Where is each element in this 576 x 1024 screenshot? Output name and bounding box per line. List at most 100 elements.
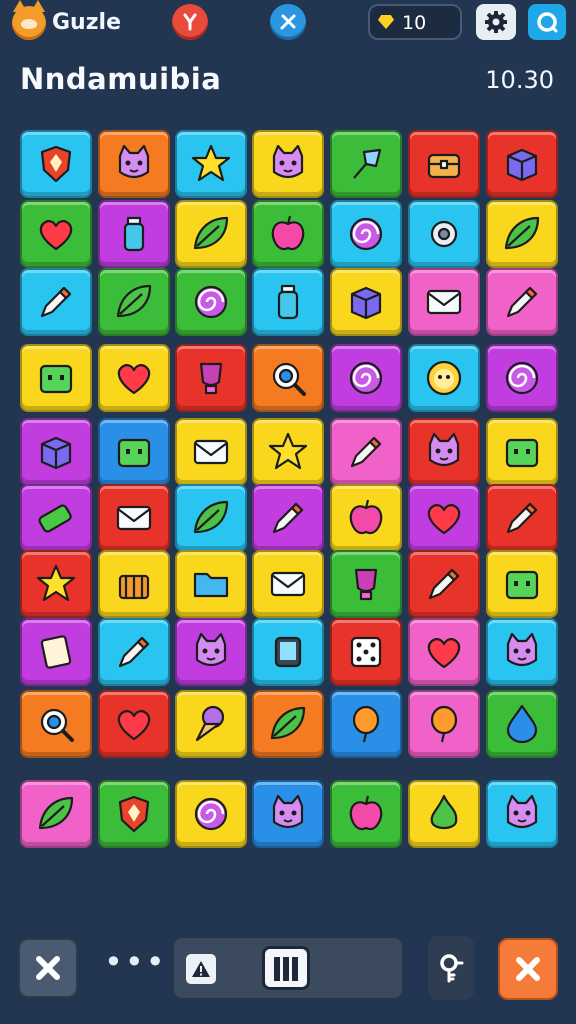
spiral-candy-icon: [488, 346, 556, 410]
board-tile[interactable]: [175, 268, 247, 336]
board-tile[interactable]: [252, 418, 324, 486]
board-tile[interactable]: [20, 418, 92, 486]
board-tile[interactable]: [408, 200, 480, 268]
board-tile[interactable]: [252, 130, 324, 198]
warning-icon: [192, 961, 210, 977]
spiral-candy-icon: [177, 270, 245, 334]
board-tile[interactable]: [330, 550, 402, 618]
board-tile[interactable]: [98, 130, 170, 198]
box-icon: [488, 132, 556, 196]
board-tile[interactable]: [486, 780, 558, 848]
board-tile[interactable]: [20, 200, 92, 268]
board-tile[interactable]: [252, 344, 324, 412]
board-tile[interactable]: [252, 200, 324, 268]
board-tile[interactable]: [98, 690, 170, 758]
board-tile[interactable]: [98, 780, 170, 848]
board-tile[interactable]: [20, 690, 92, 758]
bottom-toolbar: •••: [0, 930, 576, 1024]
close-button[interactable]: [18, 938, 78, 998]
board-tile[interactable]: [98, 344, 170, 412]
board-tile[interactable]: [98, 618, 170, 686]
board-tile[interactable]: [20, 130, 92, 198]
hint-button[interactable]: [428, 936, 474, 1000]
board-tile[interactable]: [330, 484, 402, 552]
crown-star-icon: [177, 132, 245, 196]
board-tile[interactable]: [252, 484, 324, 552]
board-tile[interactable]: [98, 550, 170, 618]
cat-face-icon: [100, 132, 168, 196]
board-tile[interactable]: [408, 418, 480, 486]
cat-face-icon: [488, 782, 556, 846]
board-tile[interactable]: [98, 200, 170, 268]
board-tile[interactable]: [486, 618, 558, 686]
board-tile[interactable]: [408, 550, 480, 618]
pause-button[interactable]: [262, 946, 310, 990]
board-tile[interactable]: [330, 200, 402, 268]
board-tile[interactable]: [98, 418, 170, 486]
board-tile[interactable]: [252, 550, 324, 618]
board-tile[interactable]: [98, 268, 170, 336]
board-tile[interactable]: [408, 618, 480, 686]
board-tile[interactable]: [252, 268, 324, 336]
heart-icon: [410, 486, 478, 550]
more-menu-button[interactable]: •••: [104, 946, 167, 978]
board-tile[interactable]: [486, 418, 558, 486]
board-tile[interactable]: [175, 780, 247, 848]
cancel-button[interactable]: [498, 938, 558, 1000]
board-tile[interactable]: [330, 618, 402, 686]
board-tile[interactable]: [175, 618, 247, 686]
board-tile[interactable]: [330, 268, 402, 336]
leaf-icon: [177, 202, 245, 266]
board-tile[interactable]: [252, 618, 324, 686]
board-tile[interactable]: [175, 484, 247, 552]
board-tile[interactable]: [20, 268, 92, 336]
key-hint-icon: [440, 954, 464, 983]
dice-icon: [332, 620, 400, 684]
warning-button[interactable]: [186, 954, 216, 984]
board-tile[interactable]: [486, 484, 558, 552]
board-tile[interactable]: [252, 690, 324, 758]
board-tile[interactable]: [252, 780, 324, 848]
shield-icon: [22, 132, 90, 196]
board-tile[interactable]: [20, 344, 92, 412]
apple-icon: [254, 202, 322, 266]
board-tile[interactable]: [330, 418, 402, 486]
board-tile[interactable]: [330, 780, 402, 848]
board-tile[interactable]: [330, 130, 402, 198]
board-tile[interactable]: [20, 550, 92, 618]
board-tile[interactable]: [486, 268, 558, 336]
board-tile[interactable]: [175, 200, 247, 268]
board-tile[interactable]: [330, 344, 402, 412]
board-tile[interactable]: [486, 690, 558, 758]
board-tile[interactable]: [330, 690, 402, 758]
marker-icon: [254, 486, 322, 550]
board-tile[interactable]: [408, 130, 480, 198]
board-tile[interactable]: [408, 484, 480, 552]
board-tile[interactable]: [175, 418, 247, 486]
apple-icon: [332, 782, 400, 846]
board-tile[interactable]: [20, 780, 92, 848]
balloon-icon: [332, 692, 400, 756]
board-tile[interactable]: [486, 550, 558, 618]
board-tile[interactable]: [98, 484, 170, 552]
close-icon: [516, 957, 540, 981]
board-tile[interactable]: [20, 618, 92, 686]
board-tile[interactable]: [408, 780, 480, 848]
board-tile[interactable]: [175, 344, 247, 412]
magnifier-icon: [254, 346, 322, 410]
board-tile[interactable]: [175, 690, 247, 758]
board-tile[interactable]: [175, 130, 247, 198]
board-tile[interactable]: [408, 268, 480, 336]
board-tile[interactable]: [408, 344, 480, 412]
cube-icon: [22, 420, 90, 484]
board-tile[interactable]: [486, 200, 558, 268]
board-tile[interactable]: [486, 344, 558, 412]
cube-icon: [332, 270, 400, 334]
board-tile[interactable]: [20, 484, 92, 552]
board-tile[interactable]: [175, 550, 247, 618]
envelope-icon: [254, 552, 322, 616]
board-tile[interactable]: [486, 130, 558, 198]
game-board: [0, 0, 576, 1024]
crayon-icon: [410, 552, 478, 616]
board-tile[interactable]: [408, 690, 480, 758]
